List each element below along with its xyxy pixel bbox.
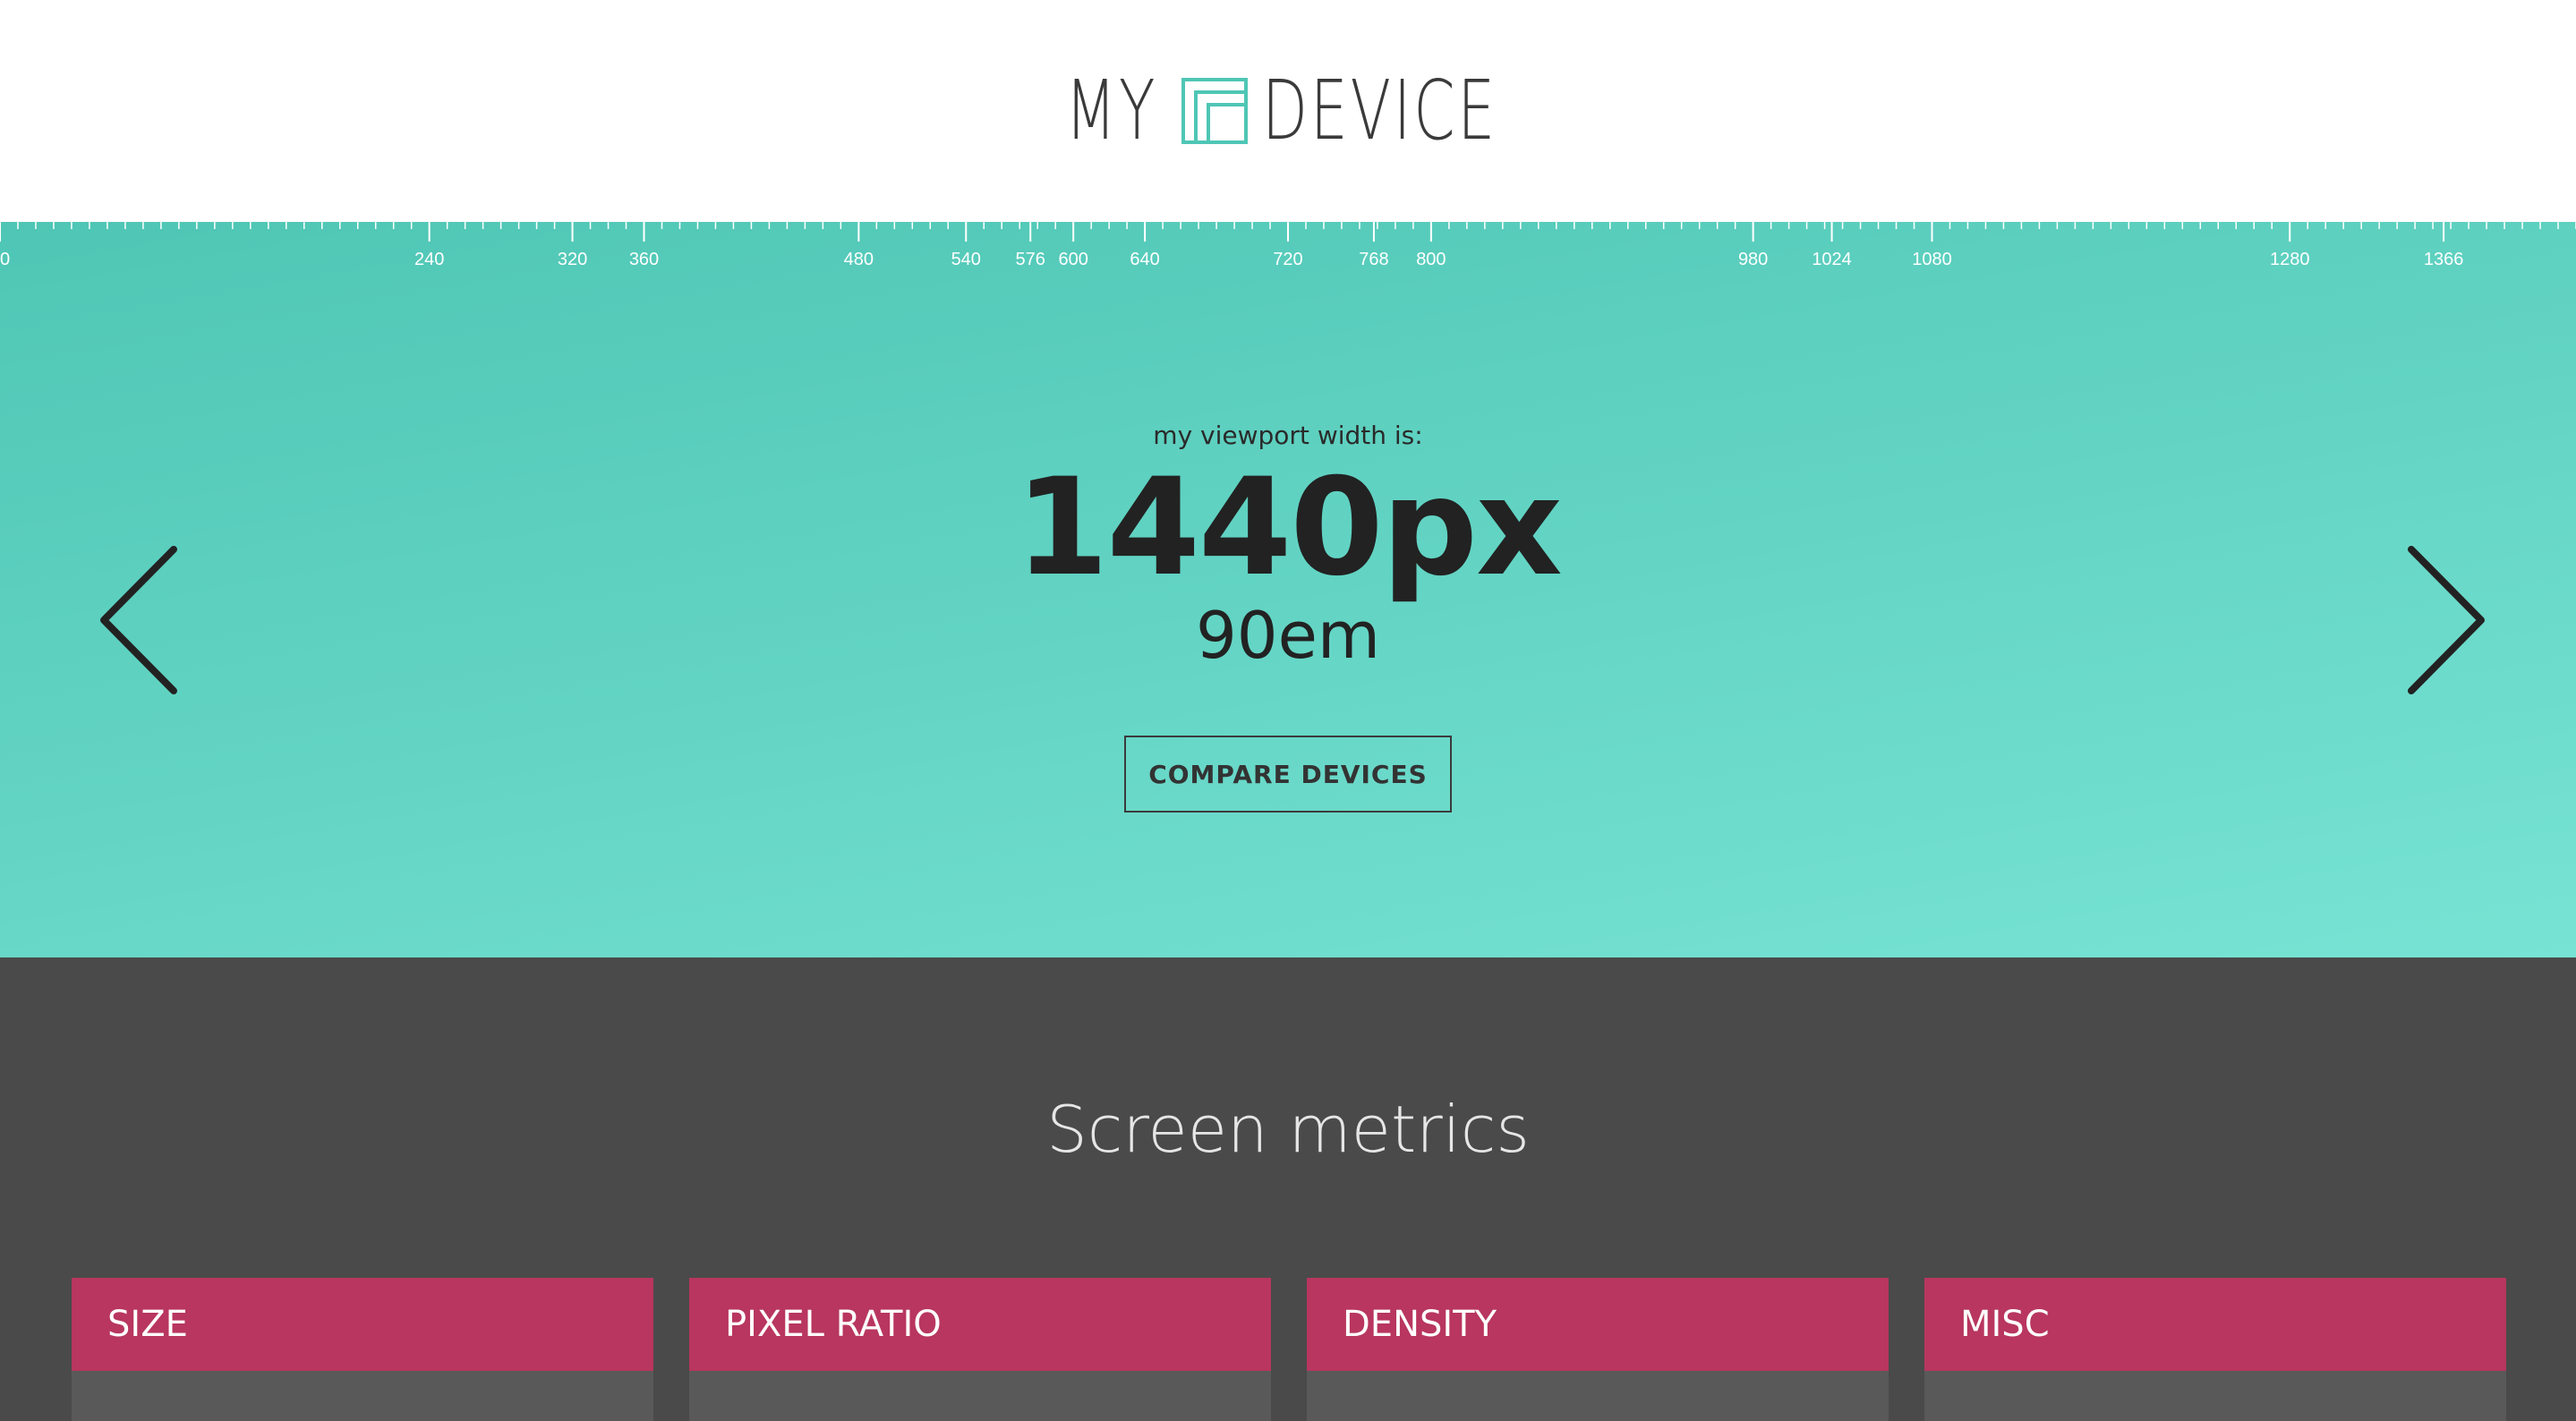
viewport-caption: my viewport width is: [1153,421,1423,450]
ruler-label: 1080 [1912,250,1952,269]
ruler-label: 360 [629,250,659,269]
ruler-label: 1024 [1812,250,1852,269]
metrics-title: Screen metrics [1046,1092,1530,1167]
ruler-label: 720 [1273,250,1302,269]
pixel-ruler: 0 240 320 360 480 540 576 600 640 720 768 800 980 102… [0,222,2576,285]
ruler-label: 0 [0,250,10,269]
nested-squares-icon [1181,78,1248,144]
ruler-label: 540 [951,250,981,269]
metric-card-header: DENSITY [1307,1278,1889,1371]
ruler-label: 640 [1130,250,1159,269]
chevron-left-icon [100,546,177,694]
logo-word-my: MY [1065,63,1158,158]
ruler-label: 1280 [2270,250,2310,269]
ruler-label: 1366 [2424,250,2464,269]
viewport-width-px: 1440px [1015,450,1563,606]
metric-card-pixel-ratio: PIXEL RATIO [689,1278,1271,1421]
logo-word-device: DEVICE [1261,63,1497,158]
viewport-hero: 0 240 320 360 480 540 576 600 640 720 768 800 980 102… [0,222,2576,957]
site-logo[interactable]: MY DEVICE [1065,63,1589,158]
ruler-label: 320 [558,250,587,269]
metric-card-size: SIZE [72,1278,653,1421]
ruler-label: 480 [844,250,874,269]
screen-metrics-section: Screen metrics SIZE PIXEL RATIO DENSITY … [0,957,2576,1421]
ruler-graphic: 0 240 320 360 480 540 576 600 640 720 768 800 980 102… [0,222,2576,269]
next-button[interactable] [2399,544,2488,696]
ruler-label: 240 [414,250,444,269]
ruler-label: 600 [1058,250,1088,269]
metric-card-density: DENSITY [1307,1278,1889,1421]
metric-card-header: MISC [1924,1278,2506,1371]
ruler-label: 980 [1738,250,1768,269]
compare-devices-button[interactable]: COMPARE DEVICES [1124,736,1452,813]
ruler-label: 768 [1359,250,1388,269]
viewport-width-em: 90em [1195,598,1381,673]
ruler-label: 576 [1016,250,1045,269]
site-header: MY DEVICE [0,0,2576,222]
chevron-right-icon [2408,546,2485,694]
metric-card-header: PIXEL RATIO [689,1278,1271,1371]
metric-card-header: SIZE [72,1278,653,1371]
ruler-label: 800 [1416,250,1446,269]
metric-card-misc: MISC [1924,1278,2506,1421]
previous-button[interactable] [97,544,186,696]
